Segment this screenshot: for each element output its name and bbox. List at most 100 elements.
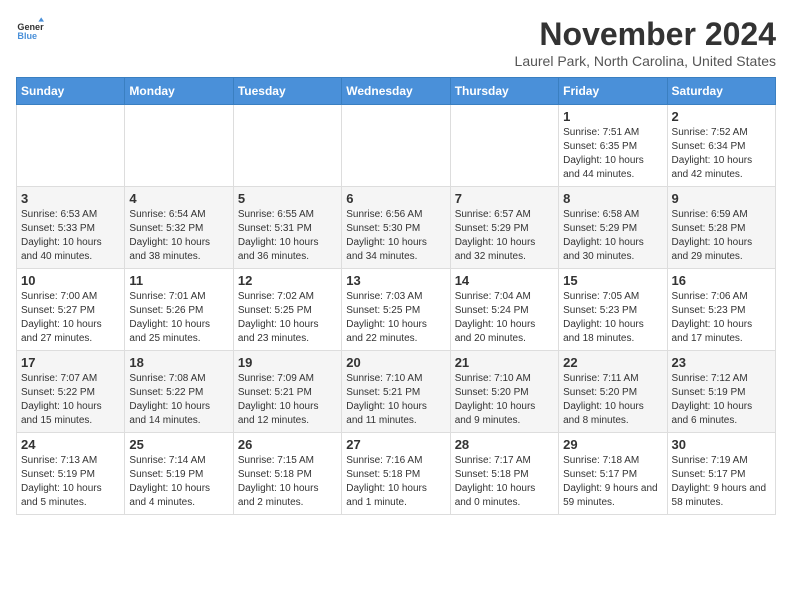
calendar-cell bbox=[17, 105, 125, 187]
day-number: 17 bbox=[21, 355, 120, 370]
calendar-cell: 25 Sunrise: 7:14 AMSunset: 5:19 PMDayligh… bbox=[125, 433, 233, 515]
cell-info: Sunrise: 7:10 AMSunset: 5:21 PMDaylight:… bbox=[346, 372, 445, 428]
calendar-week-4: 17 Sunrise: 7:07 AMSunset: 5:22 PMDayligh… bbox=[17, 351, 776, 433]
calendar-cell bbox=[342, 105, 450, 187]
day-number: 5 bbox=[238, 191, 337, 206]
cell-info: Sunrise: 6:56 AMSunset: 5:30 PMDaylight:… bbox=[346, 208, 445, 264]
day-number: 2 bbox=[672, 109, 771, 124]
day-number: 19 bbox=[238, 355, 337, 370]
day-number: 21 bbox=[455, 355, 554, 370]
calendar-cell: 17 Sunrise: 7:07 AMSunset: 5:22 PMDayligh… bbox=[17, 351, 125, 433]
cell-info: Sunrise: 7:01 AMSunset: 5:26 PMDaylight:… bbox=[129, 290, 228, 346]
day-number: 7 bbox=[455, 191, 554, 206]
day-number: 30 bbox=[672, 437, 771, 452]
cell-info: Sunrise: 7:18 AMSunset: 5:17 PMDaylight:… bbox=[563, 454, 662, 510]
day-number: 28 bbox=[455, 437, 554, 452]
calendar-cell: 20 Sunrise: 7:10 AMSunset: 5:21 PMDayligh… bbox=[342, 351, 450, 433]
calendar-cell: 11 Sunrise: 7:01 AMSunset: 5:26 PMDayligh… bbox=[125, 269, 233, 351]
cell-info: Sunrise: 7:51 AMSunset: 6:35 PMDaylight:… bbox=[563, 126, 662, 182]
calendar-cell: 16 Sunrise: 7:06 AMSunset: 5:23 PMDayligh… bbox=[667, 269, 775, 351]
calendar-cell: 12 Sunrise: 7:02 AMSunset: 5:25 PMDayligh… bbox=[233, 269, 341, 351]
header-sunday: Sunday bbox=[17, 78, 125, 105]
calendar-cell: 4 Sunrise: 6:54 AMSunset: 5:32 PMDaylight… bbox=[125, 187, 233, 269]
cell-info: Sunrise: 7:04 AMSunset: 5:24 PMDaylight:… bbox=[455, 290, 554, 346]
day-number: 11 bbox=[129, 273, 228, 288]
day-number: 4 bbox=[129, 191, 228, 206]
header-thursday: Thursday bbox=[450, 78, 558, 105]
cell-info: Sunrise: 6:54 AMSunset: 5:32 PMDaylight:… bbox=[129, 208, 228, 264]
cell-info: Sunrise: 7:06 AMSunset: 5:23 PMDaylight:… bbox=[672, 290, 771, 346]
calendar-cell bbox=[125, 105, 233, 187]
day-number: 14 bbox=[455, 273, 554, 288]
cell-info: Sunrise: 6:59 AMSunset: 5:28 PMDaylight:… bbox=[672, 208, 771, 264]
calendar-cell: 6 Sunrise: 6:56 AMSunset: 5:30 PMDaylight… bbox=[342, 187, 450, 269]
cell-info: Sunrise: 7:07 AMSunset: 5:22 PMDaylight:… bbox=[21, 372, 120, 428]
calendar-cell: 10Sunrise: 7:00 AMSunset: 5:27 PMDayligh… bbox=[17, 269, 125, 351]
day-number: 25 bbox=[129, 437, 228, 452]
cell-info: Sunrise: 7:02 AMSunset: 5:25 PMDaylight:… bbox=[238, 290, 337, 346]
calendar-cell: 14 Sunrise: 7:04 AMSunset: 5:24 PMDayligh… bbox=[450, 269, 558, 351]
calendar-cell: 19 Sunrise: 7:09 AMSunset: 5:21 PMDayligh… bbox=[233, 351, 341, 433]
cell-info: Sunrise: 7:15 AMSunset: 5:18 PMDaylight:… bbox=[238, 454, 337, 510]
cell-info: Sunrise: 7:03 AMSunset: 5:25 PMDaylight:… bbox=[346, 290, 445, 346]
cell-info: Sunrise: 7:17 AMSunset: 5:18 PMDaylight:… bbox=[455, 454, 554, 510]
day-number: 12 bbox=[238, 273, 337, 288]
day-number: 20 bbox=[346, 355, 445, 370]
header-saturday: Saturday bbox=[667, 78, 775, 105]
day-number: 24 bbox=[21, 437, 120, 452]
day-number: 23 bbox=[672, 355, 771, 370]
calendar-week-3: 10Sunrise: 7:00 AMSunset: 5:27 PMDayligh… bbox=[17, 269, 776, 351]
calendar-cell: 13 Sunrise: 7:03 AMSunset: 5:25 PMDayligh… bbox=[342, 269, 450, 351]
calendar-cell: 9 Sunrise: 6:59 AMSunset: 5:28 PMDaylight… bbox=[667, 187, 775, 269]
calendar-cell: 27 Sunrise: 7:16 AMSunset: 5:18 PMDayligh… bbox=[342, 433, 450, 515]
day-number: 3 bbox=[21, 191, 120, 206]
cell-info: Sunrise: 6:58 AMSunset: 5:29 PMDaylight:… bbox=[563, 208, 662, 264]
cell-info: Sunrise: 7:11 AMSunset: 5:20 PMDaylight:… bbox=[563, 372, 662, 428]
calendar-cell bbox=[233, 105, 341, 187]
day-number: 16 bbox=[672, 273, 771, 288]
day-number: 9 bbox=[672, 191, 771, 206]
calendar-week-5: 24 Sunrise: 7:13 AMSunset: 5:19 PMDayligh… bbox=[17, 433, 776, 515]
svg-text:Blue: Blue bbox=[17, 31, 37, 41]
day-number: 6 bbox=[346, 191, 445, 206]
day-number: 27 bbox=[346, 437, 445, 452]
day-number: 22 bbox=[563, 355, 662, 370]
calendar-week-2: 3 Sunrise: 6:53 AMSunset: 5:33 PMDaylight… bbox=[17, 187, 776, 269]
header-wednesday: Wednesday bbox=[342, 78, 450, 105]
logo: General Blue bbox=[16, 16, 44, 44]
cell-info: Sunrise: 7:13 AMSunset: 5:19 PMDaylight:… bbox=[21, 454, 120, 510]
calendar-cell: 8Sunrise: 6:58 AMSunset: 5:29 PMDaylight… bbox=[559, 187, 667, 269]
cell-info: Sunrise: 7:08 AMSunset: 5:22 PMDaylight:… bbox=[129, 372, 228, 428]
calendar-cell: 15 Sunrise: 7:05 AMSunset: 5:23 PMDayligh… bbox=[559, 269, 667, 351]
calendar-cell: 5 Sunrise: 6:55 AMSunset: 5:31 PMDaylight… bbox=[233, 187, 341, 269]
calendar-table: SundayMondayTuesdayWednesdayThursdayFrid… bbox=[16, 77, 776, 515]
page-header: General Blue November 2024 Laurel Park, … bbox=[16, 16, 776, 69]
calendar-cell: 28 Sunrise: 7:17 AMSunset: 5:18 PMDayligh… bbox=[450, 433, 558, 515]
calendar-cell: 23 Sunrise: 7:12 AMSunset: 5:19 PMDayligh… bbox=[667, 351, 775, 433]
cell-info: Sunrise: 7:09 AMSunset: 5:21 PMDaylight:… bbox=[238, 372, 337, 428]
calendar-cell: 21Sunrise: 7:10 AMSunset: 5:20 PMDayligh… bbox=[450, 351, 558, 433]
day-number: 10 bbox=[21, 273, 120, 288]
cell-info: Sunrise: 7:05 AMSunset: 5:23 PMDaylight:… bbox=[563, 290, 662, 346]
header-tuesday: Tuesday bbox=[233, 78, 341, 105]
calendar-cell: 26 Sunrise: 7:15 AMSunset: 5:18 PMDayligh… bbox=[233, 433, 341, 515]
cell-info: Sunrise: 6:53 AMSunset: 5:33 PMDaylight:… bbox=[21, 208, 120, 264]
cell-info: Sunrise: 7:16 AMSunset: 5:18 PMDaylight:… bbox=[346, 454, 445, 510]
calendar-week-1: 1 Sunrise: 7:51 AMSunset: 6:35 PMDaylight… bbox=[17, 105, 776, 187]
location-subtitle: Laurel Park, North Carolina, United Stat… bbox=[515, 53, 776, 69]
cell-info: Sunrise: 7:12 AMSunset: 5:19 PMDaylight:… bbox=[672, 372, 771, 428]
day-number: 26 bbox=[238, 437, 337, 452]
calendar-cell: 22 Sunrise: 7:11 AMSunset: 5:20 PMDayligh… bbox=[559, 351, 667, 433]
day-number: 13 bbox=[346, 273, 445, 288]
calendar-cell: 3 Sunrise: 6:53 AMSunset: 5:33 PMDaylight… bbox=[17, 187, 125, 269]
cell-info: Sunrise: 7:14 AMSunset: 5:19 PMDaylight:… bbox=[129, 454, 228, 510]
calendar-cell: 18Sunrise: 7:08 AMSunset: 5:22 PMDayligh… bbox=[125, 351, 233, 433]
calendar-cell: 2Sunrise: 7:52 AMSunset: 6:34 PMDaylight… bbox=[667, 105, 775, 187]
calendar-header-row: SundayMondayTuesdayWednesdayThursdayFrid… bbox=[17, 78, 776, 105]
day-number: 15 bbox=[563, 273, 662, 288]
cell-info: Sunrise: 6:55 AMSunset: 5:31 PMDaylight:… bbox=[238, 208, 337, 264]
day-number: 1 bbox=[563, 109, 662, 124]
header-monday: Monday bbox=[125, 78, 233, 105]
calendar-cell: 30Sunrise: 7:19 AMSunset: 5:17 PMDayligh… bbox=[667, 433, 775, 515]
day-number: 29 bbox=[563, 437, 662, 452]
